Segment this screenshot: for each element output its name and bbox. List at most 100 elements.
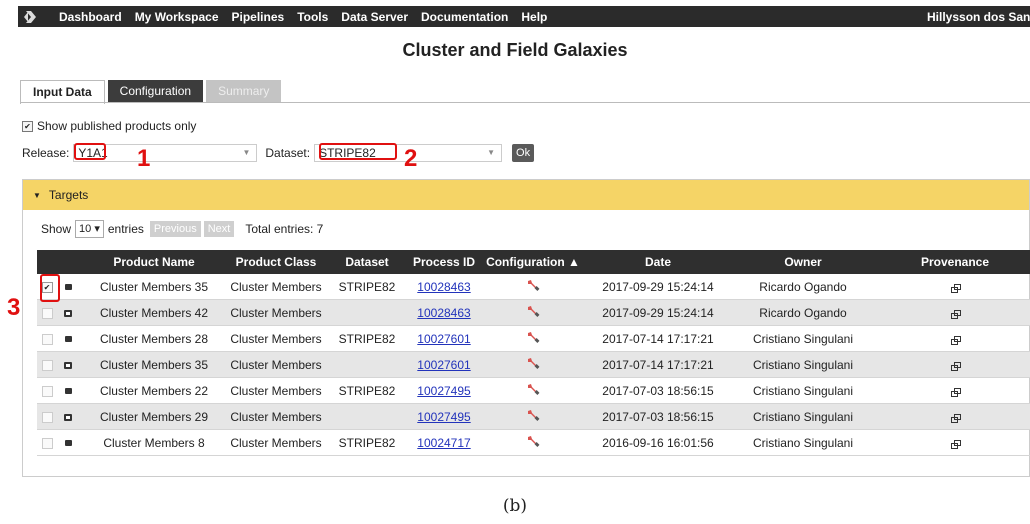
provenance-icon[interactable] (951, 413, 961, 423)
nav-dashboard[interactable]: Dashboard (59, 10, 122, 24)
product-class-cell: Cluster Members (229, 299, 323, 326)
owner-cell: Cristiano Singulani (727, 377, 879, 404)
table-row[interactable]: Cluster Members 28 Cluster Members STRIPE8… (37, 325, 1030, 352)
ok-button[interactable]: Ok (512, 144, 535, 162)
provenance-cell (879, 429, 1030, 456)
provenance-cell (879, 351, 1030, 378)
product-type-icon[interactable] (64, 284, 72, 291)
tab-input-data[interactable]: Input Data (20, 80, 105, 104)
table-row[interactable]: Cluster Members 42 Cluster Members 1002846… (37, 299, 1030, 326)
wrench-icon[interactable] (526, 357, 540, 372)
col-date[interactable]: Date (589, 250, 727, 274)
row-select-cell (37, 377, 57, 404)
wrench-icon[interactable] (526, 279, 540, 294)
process-id-link[interactable]: 10027601 (417, 358, 470, 372)
provenance-cell (879, 274, 1030, 300)
user-menu[interactable]: Hillysson dos Santos (927, 10, 1030, 24)
product-name-cell: Cluster Members 29 (79, 403, 229, 430)
chevron-down-icon: ▼ (242, 148, 251, 157)
product-type-icon[interactable] (64, 336, 72, 343)
next-button[interactable]: Next (203, 221, 235, 237)
show-published-checkbox[interactable]: ✔ (22, 120, 33, 132)
process-id-link[interactable]: 10024717 (417, 436, 470, 450)
nav-help[interactable]: Help (521, 10, 547, 24)
nav-pipelines[interactable]: Pipelines (232, 10, 285, 24)
wrench-icon[interactable] (526, 305, 540, 320)
product-class-cell: Cluster Members (229, 325, 323, 352)
table-row[interactable]: Cluster Members 35 Cluster Members 1002760… (37, 351, 1030, 378)
product-type-icon[interactable] (64, 388, 72, 395)
process-id-link[interactable]: 10028463 (417, 280, 470, 294)
table-row[interactable]: Cluster Members 22 Cluster Members STRIPE8… (37, 377, 1030, 404)
provenance-icon[interactable] (951, 387, 961, 397)
tab-configuration[interactable]: Configuration (107, 80, 204, 102)
date-cell: 2017-09-29 15:24:14 (589, 274, 727, 300)
wrench-icon[interactable] (526, 383, 540, 398)
product-type-icon[interactable] (64, 440, 72, 447)
nav-documentation[interactable]: Documentation (421, 10, 508, 24)
col-process-id[interactable]: Process ID (411, 250, 477, 274)
total-entries: Total entries: 7 (245, 222, 324, 236)
row-checkbox[interactable] (41, 385, 53, 397)
annotation-number: 3 (7, 294, 21, 321)
process-id-link[interactable]: 10028463 (417, 306, 470, 320)
product-class-cell: Cluster Members (229, 274, 323, 300)
product-type-icon[interactable] (64, 361, 72, 369)
date-cell: 2017-09-29 15:24:14 (589, 299, 727, 326)
targets-panel-header[interactable]: ▼ Targets (23, 180, 1029, 210)
col-configuration[interactable]: Configuration ▲ (477, 250, 589, 274)
show-published-option[interactable]: ✔ Show published products only (22, 119, 196, 133)
col-owner[interactable]: Owner (727, 250, 879, 274)
provenance-icon[interactable] (951, 283, 961, 293)
table-controls: Show 10 ▾ entries Previous Next Total en… (41, 220, 323, 238)
row-checkbox[interactable] (41, 307, 53, 319)
table-row[interactable]: Cluster Members 29 Cluster Members 1002749… (37, 403, 1030, 430)
provenance-icon[interactable] (951, 439, 961, 449)
row-type-cell (57, 403, 79, 430)
dataset-cell: STRIPE82 (323, 429, 411, 456)
row-select-cell (37, 325, 57, 352)
wrench-icon[interactable] (526, 409, 540, 424)
col-provenance[interactable]: Provenance (879, 250, 1030, 274)
col-product-class[interactable]: Product Class (229, 250, 323, 274)
owner-cell: Cristiano Singulani (727, 351, 879, 378)
wrench-icon[interactable] (526, 331, 540, 346)
row-checkbox[interactable] (41, 437, 53, 449)
product-name-cell: Cluster Members 22 (79, 377, 229, 404)
product-class-cell: Cluster Members (229, 429, 323, 456)
process-id-cell: 10027601 (411, 351, 477, 378)
date-cell: 2017-07-03 18:56:15 (589, 403, 727, 430)
previous-button[interactable]: Previous (149, 221, 201, 237)
process-id-link[interactable]: 10027601 (417, 332, 470, 346)
nav-my-workspace[interactable]: My Workspace (135, 10, 219, 24)
provenance-icon[interactable] (951, 335, 961, 345)
table-row[interactable]: ✔ Cluster Members 35 Cluster Members STRIPE… (37, 274, 1030, 300)
logo-icon[interactable] (18, 6, 44, 27)
date-cell: 2017-07-14 17:17:21 (589, 325, 727, 352)
row-type-cell (57, 299, 79, 326)
tab-summary[interactable]: Summary (206, 80, 282, 102)
process-id-link[interactable]: 10027495 (417, 410, 470, 424)
annotation-box-release (74, 143, 106, 160)
row-checkbox[interactable] (41, 333, 53, 345)
product-type-icon[interactable] (64, 309, 72, 317)
provenance-icon[interactable] (951, 309, 961, 319)
nav-data-server[interactable]: Data Server (341, 10, 408, 24)
provenance-cell (879, 403, 1030, 430)
entries-select[interactable]: 10 ▾ (75, 220, 104, 238)
process-id-cell: 10027495 (411, 377, 477, 404)
row-type-cell (57, 429, 79, 456)
table-row[interactable]: Cluster Members 8 Cluster Members STRIPE82… (37, 429, 1030, 456)
nav-tools[interactable]: Tools (297, 10, 328, 24)
configuration-cell (477, 299, 589, 326)
row-checkbox[interactable] (41, 411, 53, 423)
date-cell: 2016-09-16 16:01:56 (589, 429, 727, 456)
owner-cell: Cristiano Singulani (727, 429, 879, 456)
col-dataset[interactable]: Dataset (323, 250, 411, 274)
row-checkbox[interactable] (41, 359, 53, 371)
process-id-link[interactable]: 10027495 (417, 384, 470, 398)
provenance-icon[interactable] (951, 361, 961, 371)
wrench-icon[interactable] (526, 435, 540, 450)
col-product-name[interactable]: Product Name (79, 250, 229, 274)
product-type-icon[interactable] (64, 413, 72, 421)
